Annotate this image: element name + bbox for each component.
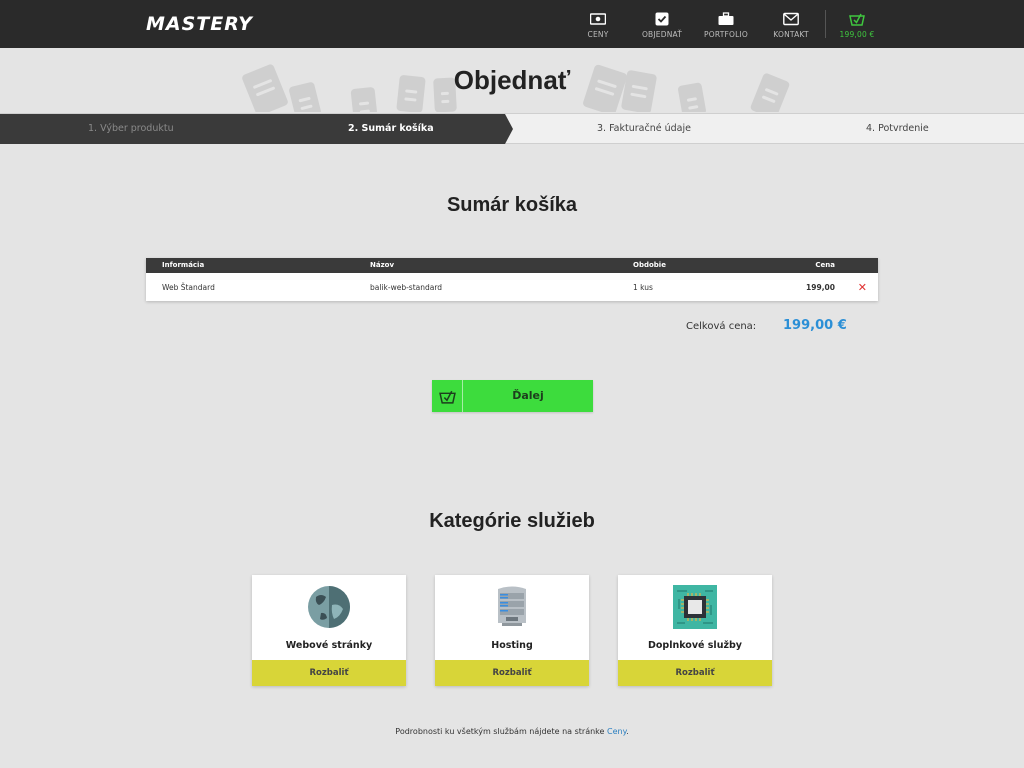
prices-link[interactable]: Ceny [607, 727, 626, 736]
chip-icon [673, 585, 717, 629]
column-header: Cena [815, 261, 835, 269]
expand-button[interactable]: Rozbaliť [618, 660, 772, 686]
nav-item-cart[interactable]: 199,00 € [819, 0, 895, 48]
expand-button[interactable]: Rozbaliť [252, 660, 406, 686]
table-header: Informácia Názov Obdobie Cena [146, 258, 878, 273]
briefcase-icon [718, 12, 734, 25]
total-value: 199,00 € [783, 318, 847, 333]
step-product-selection[interactable]: 1. Výber produktu [88, 123, 174, 134]
category-card-additional[interactable]: Doplnkové služby Rozbaliť [618, 575, 772, 686]
categories-title: Kategórie služieb [429, 510, 595, 532]
cell-info: Web Štandard [162, 283, 215, 292]
page-header: Objednať [0, 48, 1024, 112]
cell-name: balik-web-standard [370, 283, 443, 292]
expand-button[interactable]: Rozbaliť [435, 660, 589, 686]
nav-label: KONTAKT [773, 30, 809, 39]
category-name: Hosting [491, 640, 533, 651]
footer-end: . [626, 727, 629, 736]
remove-item-icon[interactable]: ✕ [858, 281, 867, 294]
category-card-web[interactable]: Webové stránky Rozbaliť [252, 575, 406, 686]
category-name: Webové stránky [285, 640, 373, 651]
column-header: Informácia [162, 261, 205, 269]
cart-summary-title: Sumár košíka [446, 194, 578, 216]
globe-icon [308, 586, 350, 628]
steps-progress-arrow [505, 114, 513, 144]
category-name: Doplnkové služby [648, 640, 742, 651]
next-button-icon-box [432, 380, 463, 412]
next-button[interactable]: Ďalej [432, 380, 593, 412]
logo-text: MASTERY [146, 13, 253, 35]
table-row: Web Štandard balik-web-standard 1 kus 19… [146, 273, 878, 301]
cart-total-label: 199,00 € [839, 30, 875, 39]
step-confirmation: 4. Potvrdenie [866, 123, 929, 134]
category-card-hosting[interactable]: Hosting Rozbaliť [435, 575, 589, 686]
envelope-icon [783, 12, 799, 26]
basket-icon [849, 13, 865, 26]
page-title: Objednať [453, 65, 571, 95]
next-button-label: Ďalej [512, 389, 544, 402]
cell-price: 199,00 [806, 283, 835, 292]
cell-period: 1 kus [633, 283, 653, 292]
step-billing-details: 3. Fakturačné údaje [597, 123, 691, 134]
mastery-logo[interactable]: MASTERY [146, 13, 253, 35]
top-navbar: MASTERY CENY OBJEDNAŤ PORTFOLIO KONTAKT [0, 0, 1024, 48]
banknote-icon [590, 13, 606, 25]
checkout-steps: 1. Výber produktu 2. Sumár košíka 3. Fak… [0, 113, 1024, 144]
column-header: Názov [370, 261, 395, 269]
total-label: Celková cena: [686, 321, 757, 332]
checkbox-icon [655, 12, 669, 26]
footer-note: Podrobnosti ku všetkým službám nájdete n… [0, 727, 1024, 736]
step-cart-summary: 2. Sumár košíka [348, 123, 434, 134]
basket-icon [439, 390, 456, 404]
cart-table: Informácia Názov Obdobie Cena Web Štanda… [146, 258, 878, 301]
server-icon [498, 586, 526, 626]
nav-item-kontakt[interactable]: KONTAKT [753, 0, 829, 48]
footer-text: Podrobnosti ku všetkým službám nájdete n… [395, 727, 607, 736]
column-header: Obdobie [633, 261, 666, 269]
